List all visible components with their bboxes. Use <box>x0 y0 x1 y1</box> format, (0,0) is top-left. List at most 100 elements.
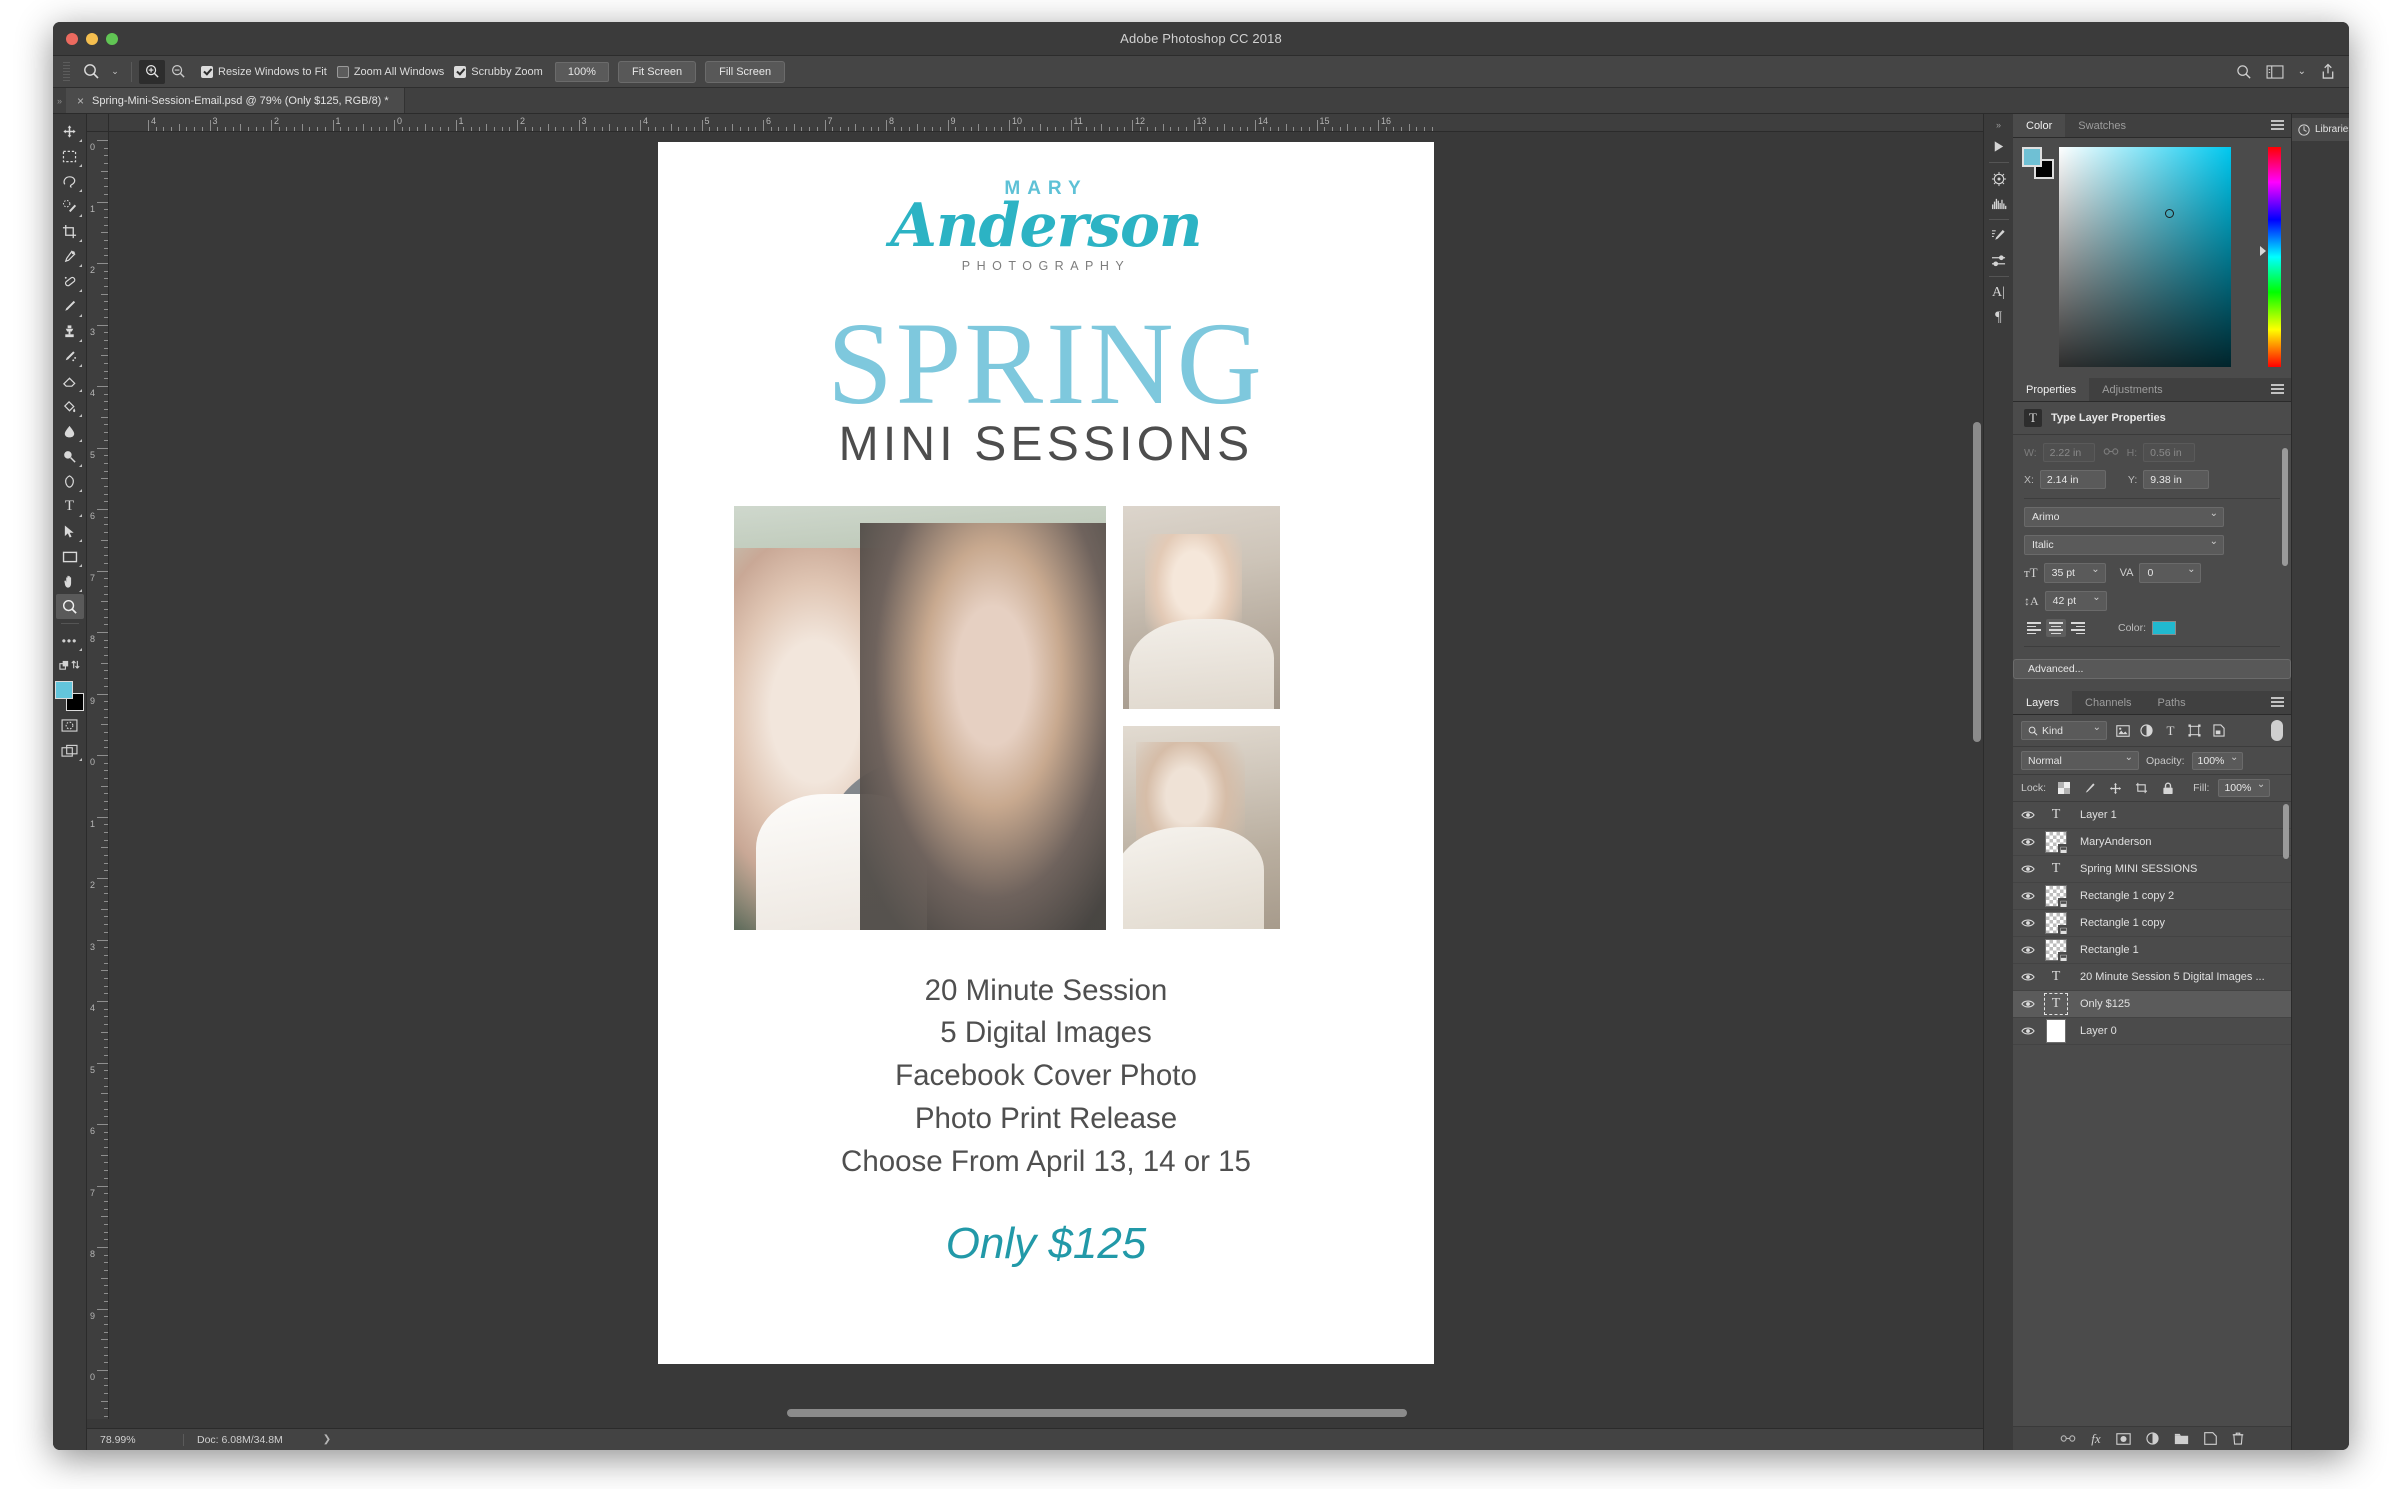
color-picker-handle[interactable] <box>2165 209 2174 218</box>
fit-screen-button[interactable]: Fit Screen <box>617 60 697 83</box>
zoom-tool[interactable] <box>55 594 84 619</box>
color-swatches[interactable] <box>54 681 85 713</box>
align-left-button[interactable] <box>2024 619 2044 637</box>
tab-swatches[interactable]: Swatches <box>2065 114 2139 137</box>
ruler-corner[interactable] <box>87 114 109 132</box>
link-layers-icon[interactable] <box>2060 1434 2076 1443</box>
table-row[interactable]: ⬓ MaryAnderson <box>2013 829 2291 856</box>
text-color-chip[interactable] <box>2152 621 2177 635</box>
font-family-select[interactable]: Arimo <box>2024 507 2224 527</box>
screen-mode-icon[interactable] <box>56 738 84 763</box>
layers-panel-menu-icon[interactable] <box>2271 697 2284 708</box>
eye-icon[interactable] <box>2018 972 2038 982</box>
lock-image-icon[interactable] <box>2081 782 2098 795</box>
eye-icon[interactable] <box>2018 837 2038 847</box>
brush-tool[interactable] <box>56 294 84 319</box>
table-row[interactable]: Layer 0 <box>2013 1018 2291 1045</box>
tab-adjustments[interactable]: Adjustments <box>2089 378 2176 401</box>
adjustment-layer-icon[interactable] <box>2146 1432 2159 1445</box>
width-field[interactable]: 2.22 in <box>2042 443 2095 462</box>
x-field[interactable]: 2.14 in <box>2039 470 2106 489</box>
smartobject-filter-icon[interactable] <box>2210 724 2227 737</box>
horizontal-ruler[interactable]: 4 3 2 1 0 1 2 3 4 5 6 7 8 9 10 11 12 13 14 15 16 <box>109 114 1983 132</box>
foreground-color-swatch[interactable] <box>54 681 73 699</box>
swap-colors-icon[interactable] <box>56 653 84 678</box>
tab-color[interactable]: Color <box>2013 114 2066 137</box>
type-tool[interactable]: T <box>56 494 84 519</box>
lock-artboard-icon[interactable] <box>2133 782 2150 794</box>
character-icon[interactable]: A| <box>1986 280 2012 305</box>
zoom-percent-field[interactable]: 100% <box>554 61 609 82</box>
tab-libraries[interactable]: Libraries <box>2292 118 2349 141</box>
table-row[interactable]: ⬓ Rectangle 1 <box>2013 937 2291 964</box>
healing-brush-tool[interactable] <box>56 269 84 294</box>
layer-style-fx-icon[interactable]: fx <box>2091 1431 2100 1447</box>
lasso-tool[interactable] <box>56 169 84 194</box>
layer-filter-kind-select[interactable]: Kind <box>2021 721 2107 740</box>
hue-slider-handle[interactable] <box>2260 246 2266 256</box>
lock-position-icon[interactable] <box>2107 782 2124 795</box>
zoom-in-button[interactable] <box>139 59 165 84</box>
fill-screen-button[interactable]: Fill Screen <box>705 60 786 83</box>
path-selection-tool[interactable] <box>56 519 84 544</box>
color-panel-swatches[interactable] <box>2022 147 2054 179</box>
tracking-select[interactable]: 0 <box>2139 563 2202 583</box>
zoom-icon[interactable] <box>76 60 106 84</box>
lock-transparency-icon[interactable] <box>2055 782 2072 794</box>
new-group-icon[interactable] <box>2174 1433 2189 1445</box>
table-row[interactable]: T Spring MINI SESSIONS <box>2013 856 2291 883</box>
lock-all-icon[interactable] <box>2159 782 2176 795</box>
table-row[interactable]: T Only $125 <box>2013 991 2291 1018</box>
font-size-select[interactable]: 35 pt <box>2043 563 2106 583</box>
zoom-out-button[interactable] <box>165 60 191 84</box>
marquee-tool[interactable] <box>56 144 84 169</box>
font-style-select[interactable]: Italic <box>2024 535 2224 555</box>
history-brush-tool[interactable] <box>56 344 84 369</box>
table-row[interactable]: ⬓ Rectangle 1 copy <box>2013 910 2291 937</box>
delete-layer-icon[interactable] <box>2232 1432 2244 1445</box>
share-icon[interactable] <box>2320 63 2336 80</box>
opacity-value[interactable]: 100% <box>2191 751 2244 770</box>
eraser-tool[interactable] <box>56 369 84 394</box>
quick-mask-icon[interactable] <box>56 713 84 738</box>
adjustments-slider-icon[interactable] <box>1986 248 2012 273</box>
resize-windows-check-box[interactable] <box>201 65 213 78</box>
search-icon[interactable] <box>2236 64 2252 80</box>
height-field[interactable]: 0.56 in <box>2143 443 2196 462</box>
zoom-all-windows-checkbox[interactable]: Zoom All Windows <box>336 65 444 78</box>
layer-filter-enable-toggle[interactable] <box>2271 720 2283 741</box>
type-filter-icon[interactable]: T <box>2162 723 2179 739</box>
crop-tool[interactable] <box>56 219 84 244</box>
status-zoom-level[interactable]: 78.99% <box>87 1434 183 1446</box>
layer-list[interactable]: T Layer 1 ⬓ MaryAnderson T Spring MINI SESSIO… <box>2013 802 2291 1426</box>
timeline-play-icon[interactable] <box>1986 134 2012 159</box>
eye-icon[interactable] <box>2018 918 2038 928</box>
options-bar-grip[interactable] <box>63 61 70 82</box>
leading-select[interactable]: 42 pt <box>2044 591 2107 611</box>
hue-slider[interactable] <box>2268 147 2281 367</box>
eye-icon[interactable] <box>2018 945 2038 955</box>
table-row[interactable]: ⬓ Rectangle 1 copy 2 <box>2013 883 2291 910</box>
quick-selection-tool[interactable] <box>56 194 84 219</box>
eye-icon[interactable] <box>2018 1026 2038 1036</box>
pen-tool[interactable] <box>56 469 84 494</box>
paragraph-icon[interactable]: ¶ <box>1986 305 2012 330</box>
eye-icon[interactable] <box>2018 864 2038 874</box>
canvas-viewport[interactable]: MARY Anderson PHOTOGRAPHY SPRING MINI SE… <box>109 132 1983 1419</box>
tab-paths[interactable]: Paths <box>2145 691 2199 714</box>
properties-panel-menu-icon[interactable] <box>2271 384 2284 395</box>
histogram-icon[interactable] <box>1986 191 2012 216</box>
blur-tool[interactable] <box>56 419 84 444</box>
vertical-ruler[interactable]: 0 1 2 3 4 5 6 7 8 9 0 1 2 3 4 5 6 7 8 9 0 <box>87 132 109 1419</box>
layer-mask-icon[interactable] <box>2115 1432 2131 1445</box>
resize-windows-to-fit-checkbox[interactable]: Resize Windows to Fit <box>201 65 327 78</box>
panel-menu-icon[interactable] <box>2271 120 2284 131</box>
hand-tool[interactable] <box>56 569 84 594</box>
y-field[interactable]: 9.38 in <box>2143 470 2210 489</box>
move-tool[interactable] <box>56 119 84 144</box>
adjustment-filter-icon[interactable] <box>2138 724 2155 737</box>
tool-preset-chevron-down-icon[interactable]: ⌄ <box>106 60 124 84</box>
eye-icon[interactable] <box>2018 999 2038 1009</box>
table-row[interactable]: T 20 Minute Session 5 Digital Images ... <box>2013 964 2291 991</box>
status-chevron-right-icon[interactable]: ❯ <box>323 1434 331 1445</box>
